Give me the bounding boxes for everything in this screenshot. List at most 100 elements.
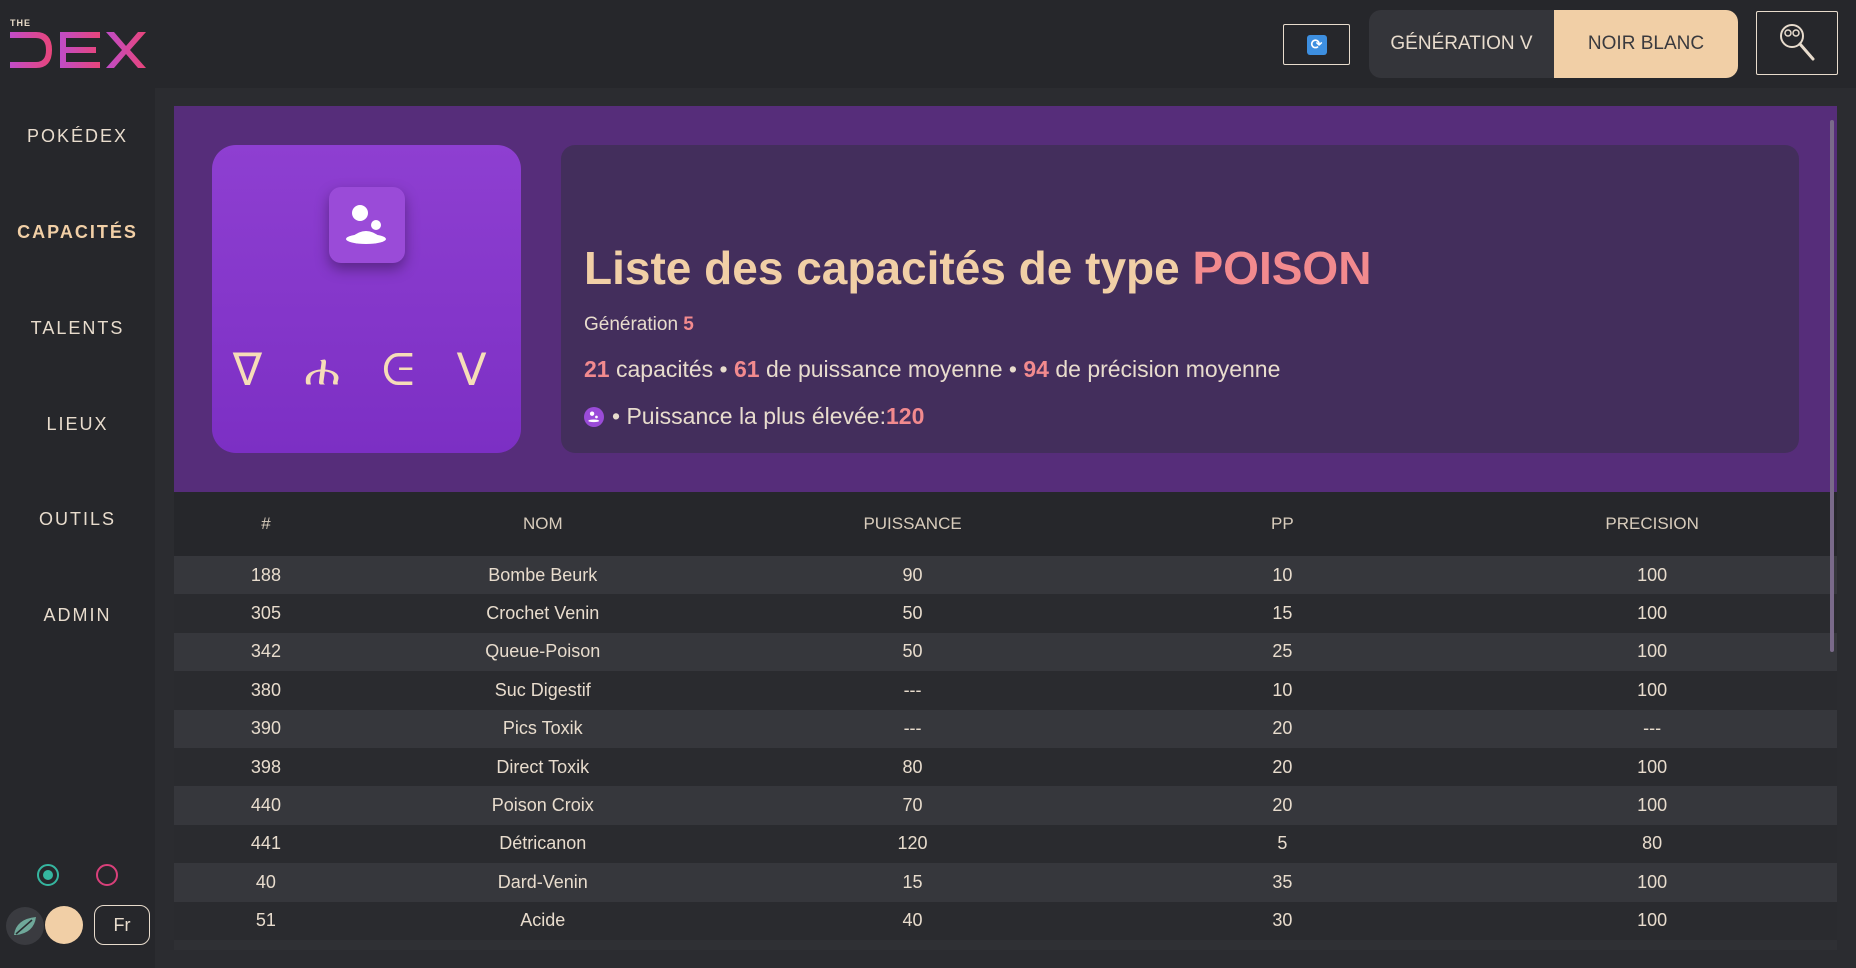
top-bar: THE ⟳ GÉNÉRATION V NOIR BLANC	[0, 0, 1856, 88]
table-body: 188 Bombe Beurk 90 10 100 305 Crochet Venin 50 1…	[174, 556, 1837, 940]
cell-pp: 30	[1272, 910, 1293, 931]
cell-name[interactable]: Pics Toxik	[358, 718, 728, 739]
col-header-name[interactable]: NOM	[358, 514, 728, 534]
cell-number: 342	[250, 641, 281, 662]
table-row[interactable]: 398 Direct Toxik 80 20 100	[174, 747, 1837, 787]
theme-radio-teal[interactable]	[37, 864, 59, 886]
stat-count: 21	[584, 356, 610, 382]
cell-power: 15	[902, 871, 923, 892]
cell-power: 50	[902, 603, 923, 624]
table-row[interactable]: 380 Suc Digestif --- 10 100	[174, 671, 1837, 710]
generation-label[interactable]: GÉNÉRATION V	[1369, 10, 1554, 78]
cell-power: 40	[902, 910, 923, 931]
cell-pp: 35	[1272, 871, 1293, 892]
cell-name[interactable]: Acide	[358, 910, 728, 931]
generation-value: 5	[683, 314, 694, 335]
cell-name[interactable]: Direct Toxik	[358, 757, 728, 778]
col-header-accuracy[interactable]: PRECISION	[1467, 514, 1837, 534]
col-header-number[interactable]: #	[174, 514, 358, 534]
cell-accuracy: 100	[1637, 641, 1668, 662]
cell-power: ---	[903, 718, 922, 739]
theme-color-toggle[interactable]	[45, 906, 83, 944]
language-button[interactable]: Fr	[94, 905, 150, 945]
col-header-power[interactable]: PUISSANCE	[728, 514, 1098, 534]
cell-pp: 10	[1272, 564, 1293, 585]
table-row[interactable]: 40 Dard-Venin 15 35 100	[174, 863, 1837, 902]
moves-table: # NOM PUISSANCE PP PRECISION 188 Bombe Be…	[174, 492, 1837, 940]
cell-name[interactable]: Queue-Poison	[358, 641, 728, 662]
cell-name[interactable]: Poison Croix	[358, 795, 728, 816]
max-power-line: • Puissance la plus élevée: 120	[584, 403, 924, 430]
generation-switch[interactable]: GÉNÉRATION V NOIR BLANC	[1369, 10, 1738, 78]
type-info-card: Liste des capacités de type POISON Génér…	[561, 145, 1799, 453]
cell-accuracy: 100	[1637, 795, 1668, 816]
max-power-value: 120	[886, 403, 925, 429]
generation-line: Génération 5	[584, 314, 694, 336]
cell-pp: 10	[1272, 679, 1293, 700]
stats-line: 21 capacités • 61 de puissance moyenne •…	[584, 356, 1280, 383]
cell-accuracy: 100	[1637, 564, 1668, 585]
cell-number: 40	[255, 871, 276, 892]
table-row[interactable]: 342 Queue-Poison 50 25 100	[174, 632, 1837, 672]
cell-name[interactable]: Bombe Beurk	[358, 565, 728, 586]
sidebar-item-lieux[interactable]: LIEUX	[0, 414, 155, 435]
cell-number: 305	[250, 603, 281, 624]
cell-pp: 25	[1272, 641, 1293, 662]
cell-number: 390	[250, 718, 281, 739]
scrollbar[interactable]	[1830, 120, 1834, 652]
cell-power: 50	[902, 641, 923, 662]
title-prefix: Liste des capacités de type	[584, 242, 1193, 294]
refresh-button[interactable]: ⟳	[1283, 24, 1350, 65]
cell-pp: 5	[1277, 833, 1288, 854]
cell-pp: 20	[1272, 718, 1293, 739]
title-type: POISON	[1192, 242, 1372, 294]
stat-count-label: capacités •	[609, 356, 734, 382]
main-content: ᐁ ሐ ᕮ ᐯ Liste des capacités de type POIS…	[174, 106, 1837, 950]
search-button[interactable]	[1756, 11, 1838, 75]
sidebar-item-outils[interactable]: OUTILS	[0, 509, 155, 530]
cell-power: ---	[903, 679, 922, 700]
sidebar-item-pokedex[interactable]: POKÉDEX	[0, 126, 155, 147]
dex-logo[interactable]: THE	[8, 16, 148, 72]
version-label[interactable]: NOIR BLANC	[1554, 10, 1738, 78]
cell-accuracy: 80	[1642, 833, 1663, 854]
leaf-toggle-button[interactable]	[6, 907, 44, 945]
theme-radio-pink[interactable]	[96, 864, 118, 886]
sidebar-item-admin[interactable]: ADMIN	[0, 605, 155, 626]
table-row[interactable]: 390 Pics Toxik --- 20 ---	[174, 709, 1837, 748]
cell-name[interactable]: Détricanon	[358, 833, 728, 854]
leaf-icon	[14, 917, 36, 935]
cell-number: 51	[255, 910, 276, 931]
cell-accuracy: ---	[1643, 718, 1662, 739]
logo-small-text: THE	[10, 18, 31, 28]
table-row[interactable]: 188 Bombe Beurk 90 10 100	[174, 556, 1837, 595]
logo-dex-wordmark	[10, 32, 146, 68]
cell-accuracy: 100	[1637, 871, 1668, 892]
magnifier-icon	[1780, 24, 1815, 61]
cell-accuracy: 100	[1637, 910, 1668, 931]
cell-accuracy: 100	[1637, 756, 1668, 777]
cell-pp: 15	[1272, 603, 1293, 624]
table-row[interactable]: 441 Détricanon 120 5 80	[174, 824, 1837, 864]
cell-name[interactable]: Suc Digestif	[358, 680, 728, 701]
table-row[interactable]: 51 Acide 40 30 100	[174, 901, 1837, 940]
stat-accuracy: 94	[1023, 356, 1049, 382]
cell-pp: 20	[1272, 756, 1293, 777]
sidebar-item-capacites[interactable]: CAPACITÉS	[0, 222, 155, 243]
sidebar-item-talents[interactable]: TALENTS	[0, 318, 155, 339]
table-row[interactable]: 440 Poison Croix 70 20 100	[174, 786, 1837, 825]
cell-number: 380	[250, 679, 281, 700]
cell-name[interactable]: Dard-Venin	[358, 872, 728, 893]
cell-power: 70	[902, 795, 923, 816]
cell-number: 398	[250, 756, 281, 777]
generation-prefix: Génération	[584, 314, 684, 335]
stat-power: 61	[733, 356, 760, 382]
table-row[interactable]: 305 Crochet Venin 50 15 100	[174, 594, 1837, 633]
col-header-pp[interactable]: PP	[1097, 514, 1467, 534]
cell-power: 90	[902, 564, 923, 585]
cell-accuracy: 100	[1637, 679, 1668, 700]
cell-name[interactable]: Crochet Venin	[358, 603, 728, 624]
max-power-label: • Puissance la plus élevée:	[612, 403, 886, 429]
cell-number: 188	[250, 564, 281, 585]
cell-accuracy: 100	[1637, 603, 1668, 624]
